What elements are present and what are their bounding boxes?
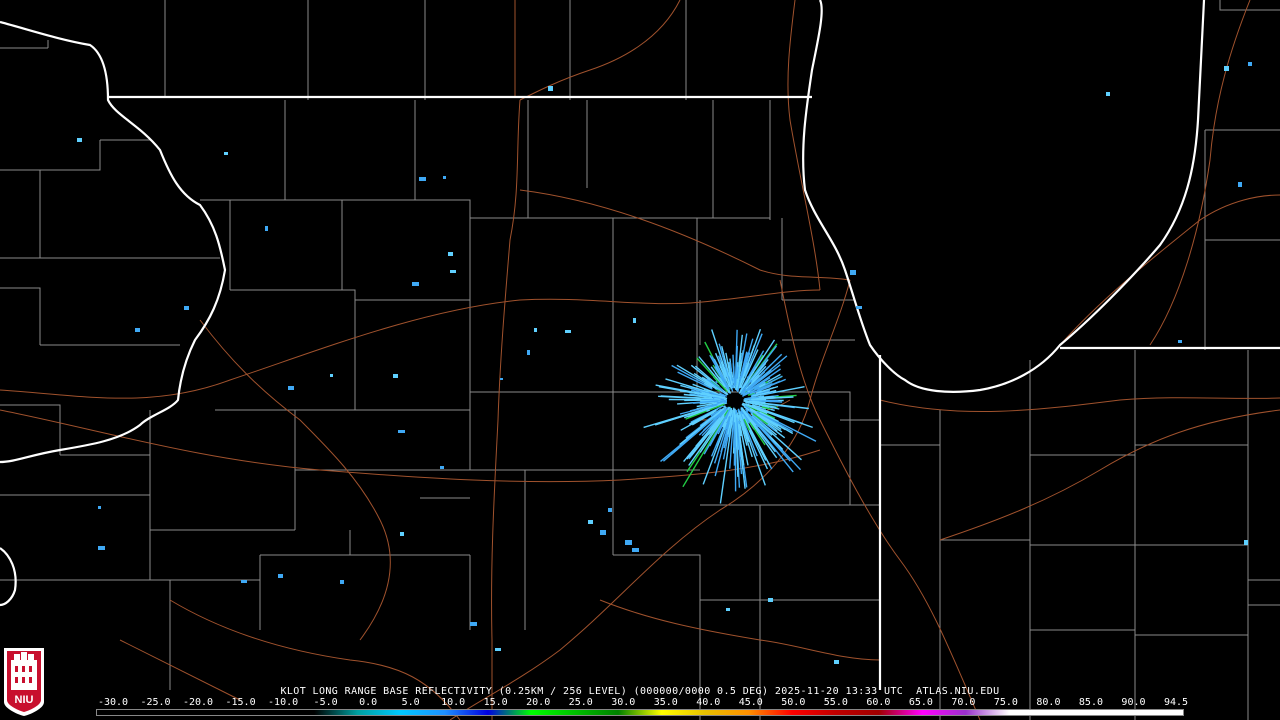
colorbar-tick-label: 65.0 xyxy=(908,697,933,708)
colorbar-tick-label: 15.0 xyxy=(483,697,508,708)
echo-streak xyxy=(749,380,753,383)
colorbar-tick-label: -15.0 xyxy=(225,697,256,708)
echo-streak xyxy=(740,385,743,389)
echo-speck xyxy=(443,176,446,179)
echo-streak xyxy=(723,405,726,408)
echo-speck xyxy=(265,226,268,231)
echo-speck xyxy=(448,252,453,256)
echo-speck xyxy=(241,580,247,583)
echo-speck xyxy=(495,648,501,651)
echo-speck xyxy=(608,508,612,512)
echo-speck xyxy=(565,330,571,333)
niu-logo: NIU xyxy=(4,648,44,716)
echo-speck xyxy=(548,86,553,91)
echo-speck xyxy=(98,506,101,509)
colorbar-tick-label: 94.5 xyxy=(1163,697,1189,708)
echo-speck xyxy=(278,574,283,578)
echo-speck xyxy=(527,350,530,355)
echo-speck xyxy=(1248,62,1252,66)
echo-streak xyxy=(738,420,741,425)
colorbar-tick-label: 5.0 xyxy=(401,697,420,708)
colorbar-tick-label: 10.0 xyxy=(441,697,466,708)
echo-speck xyxy=(398,430,405,433)
colorbar-tick-label: 20.0 xyxy=(526,697,551,708)
echo-speck xyxy=(98,546,105,550)
colorbar-tick-label: 30.0 xyxy=(611,697,636,708)
echo-streak xyxy=(731,371,734,378)
colorbar-tick-label: 75.0 xyxy=(993,697,1018,708)
echo-streak xyxy=(733,366,736,387)
echo-speck xyxy=(412,282,419,286)
echo-streak xyxy=(753,402,760,405)
echo-speck xyxy=(340,580,344,584)
echo-speck xyxy=(1244,540,1248,545)
echo-speck xyxy=(1106,92,1110,96)
colorbar-tick-label: -30.0 xyxy=(97,697,129,708)
echo-speck xyxy=(500,378,503,380)
logo-text: NIU xyxy=(15,694,34,706)
echo-speck xyxy=(135,328,140,332)
echo-speck xyxy=(440,466,444,469)
colorbar-tick-label: 90.0 xyxy=(1121,697,1146,708)
echo-speck xyxy=(224,152,228,155)
echo-streak xyxy=(733,422,736,448)
echo-speck xyxy=(1224,66,1229,71)
echo-speck xyxy=(600,530,606,535)
colorbar-tick-label: -25.0 xyxy=(140,697,171,708)
echo-speck xyxy=(850,270,856,275)
echo-speck xyxy=(768,598,773,602)
echo-streak xyxy=(752,400,760,403)
echo-speck xyxy=(419,177,426,181)
echo-streak xyxy=(748,385,750,388)
echo-speck xyxy=(1238,182,1242,187)
colorbar-tick-label: 0.0 xyxy=(359,697,378,708)
echo-speck xyxy=(184,306,189,310)
colorbar-tick-label: 45.0 xyxy=(738,697,763,708)
echo-speck xyxy=(856,306,862,309)
echo-speck xyxy=(77,138,82,142)
echo-speck xyxy=(834,660,839,664)
echo-streak xyxy=(761,400,783,403)
colorbar-scale-labels: -30.0 -25.0 -20.0 -15.0 -10.0 -5.0 0.0 5.0 10.0 1… xyxy=(0,697,1280,708)
echo-speck xyxy=(450,270,456,273)
echo-speck xyxy=(393,374,398,378)
colorbar-tick-label: 35.0 xyxy=(653,697,678,708)
echo-speck xyxy=(625,540,632,545)
colorbar-tick-label: 50.0 xyxy=(781,697,806,708)
colorbar-tick-label: 25.0 xyxy=(568,697,593,708)
echo-speck xyxy=(330,374,333,377)
echo-speck xyxy=(726,608,730,611)
echo-speck xyxy=(1178,340,1182,343)
echo-speck xyxy=(588,520,593,524)
colorbar-tick-label: -20.0 xyxy=(182,697,214,708)
echo-speck xyxy=(470,622,477,626)
echo-speck xyxy=(288,386,294,390)
echo-speck xyxy=(400,532,404,536)
echo-streak xyxy=(746,376,749,379)
radar-map xyxy=(0,0,1280,720)
echo-speck xyxy=(534,328,537,332)
colorbar-tick-label: 80.0 xyxy=(1036,697,1061,708)
colorbar-tick-label: 70.0 xyxy=(951,697,976,708)
colorbar-tick-label: 60.0 xyxy=(866,697,891,708)
echo-speck xyxy=(632,548,639,552)
reflectivity-colorbar xyxy=(96,709,1184,716)
colorbar-tick-label: -10.0 xyxy=(268,697,299,708)
echo-streak xyxy=(758,396,767,399)
colorbar-tick-label: -5.0 xyxy=(313,697,338,708)
colorbar-tick-label: 40.0 xyxy=(696,697,721,708)
colorbar-tick-label: 55.0 xyxy=(823,697,848,708)
echo-speck xyxy=(633,318,636,323)
colorbar-tick-label: 85.0 xyxy=(1078,697,1103,708)
